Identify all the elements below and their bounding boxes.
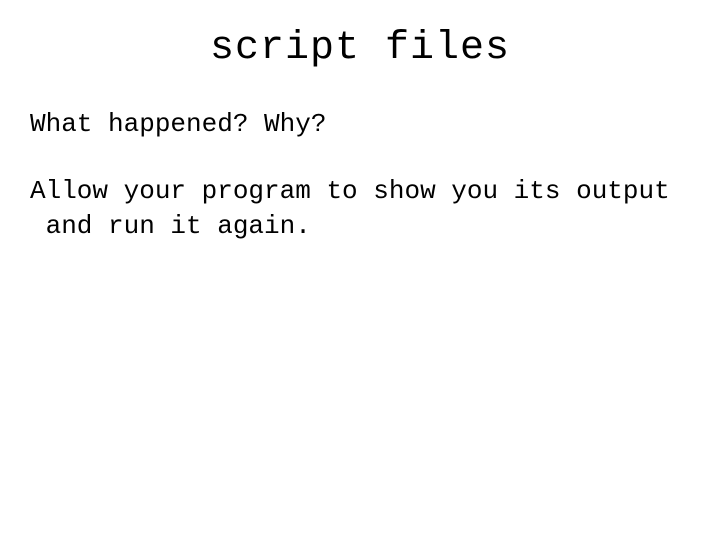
- paragraph-2: Allow your program to show you its outpu…: [30, 174, 690, 244]
- slide-body: What happened? Why? Allow your program t…: [30, 107, 690, 244]
- slide-title: script files: [30, 26, 690, 71]
- slide: script files What happened? Why? Allow y…: [0, 0, 720, 540]
- paragraph-1: What happened? Why?: [30, 107, 690, 142]
